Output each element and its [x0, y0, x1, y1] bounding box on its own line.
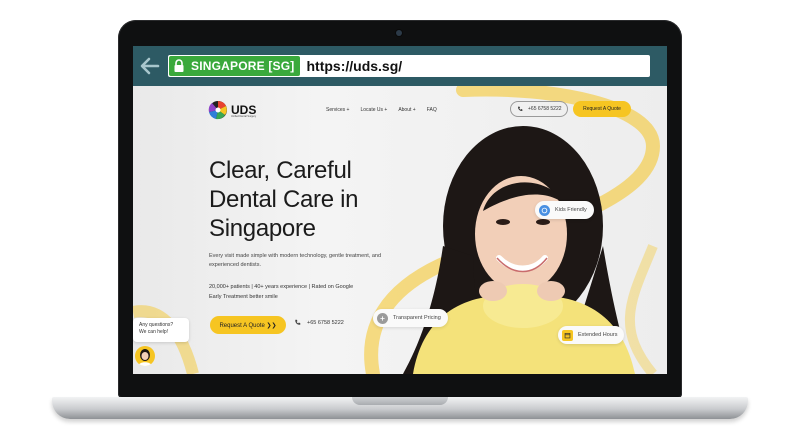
header-phone-button[interactable]: +65 6758 5222: [510, 101, 568, 117]
nav-item-about[interactable]: About +: [398, 107, 415, 113]
chat-line: We can help!: [139, 329, 169, 335]
back-arrow-icon[interactable]: [138, 54, 162, 78]
url-field[interactable]: SINGAPORE [SG] https://uds.sg/: [168, 55, 650, 77]
hero-title-line: Singapore: [209, 215, 316, 242]
phone-icon: [295, 319, 301, 325]
calendar-icon: [562, 329, 573, 341]
chat-line: Any questions?: [139, 322, 174, 328]
main-nav: Services + Locate Us + About + FAQ: [326, 107, 437, 113]
website-viewport: UDS Unified Dental Surgery Services + Lo…: [133, 86, 667, 374]
phone-icon: [518, 106, 523, 111]
hero-stats-line: 20,000+ patients | 40+ years experience …: [209, 284, 354, 290]
badge-transparent-pricing: Transparent Pricing: [373, 309, 448, 327]
hero-stats: 20,000+ patients | 40+ years experience …: [209, 282, 409, 302]
header-request-quote-button[interactable]: Request A Quote: [573, 101, 631, 117]
header-phone-number: +65 6758 5222: [528, 106, 562, 112]
nav-item-services[interactable]: Services +: [326, 107, 349, 113]
ev-certificate-badge[interactable]: SINGAPORE [SG]: [169, 56, 301, 76]
badge-extended-hours: Extended Hours: [558, 326, 625, 344]
hero-request-quote-button[interactable]: Request A Quote ❯❯: [210, 316, 286, 334]
hero-tagline: Early Treatment better smile: [209, 294, 278, 300]
hero-phone-number: +65 6758 5222: [307, 319, 344, 326]
badge-kids-friendly: Kids Friendly: [535, 201, 594, 219]
badge-hours-label: Extended Hours: [578, 332, 618, 338]
kids-icon: [539, 204, 550, 216]
hero-phone-link[interactable]: +65 6758 5222: [294, 319, 344, 326]
nav-item-locate-us[interactable]: Locate Us +: [360, 107, 387, 113]
hero-title: Clear, Careful Dental Care in Singapore: [209, 156, 409, 243]
logo-text: UDS: [231, 102, 257, 117]
badge-kids-label: Kids Friendly: [555, 207, 587, 213]
chat-avatar[interactable]: [135, 346, 155, 366]
hero-title-line: Clear, Careful: [209, 157, 352, 184]
nav-item-faq[interactable]: FAQ: [427, 107, 437, 113]
ev-label: SINGAPORE [SG]: [191, 59, 295, 73]
logo-wheel-icon: [208, 101, 227, 120]
badge-pricing-label: Transparent Pricing: [393, 315, 441, 321]
logo-subtext: Unified Dental Surgery: [231, 115, 257, 118]
hero-title-line: Dental Care in: [209, 186, 359, 213]
url-text: https://uds.sg/: [306, 58, 403, 74]
hero-subtitle: Every visit made simple with modern tech…: [209, 253, 382, 268]
laptop-base-notch: [352, 397, 448, 405]
chat-bubble[interactable]: Any questions? We can help!: [133, 318, 189, 342]
lock-icon: [174, 59, 184, 72]
pricing-icon: [377, 312, 388, 324]
webcam: [396, 30, 402, 36]
